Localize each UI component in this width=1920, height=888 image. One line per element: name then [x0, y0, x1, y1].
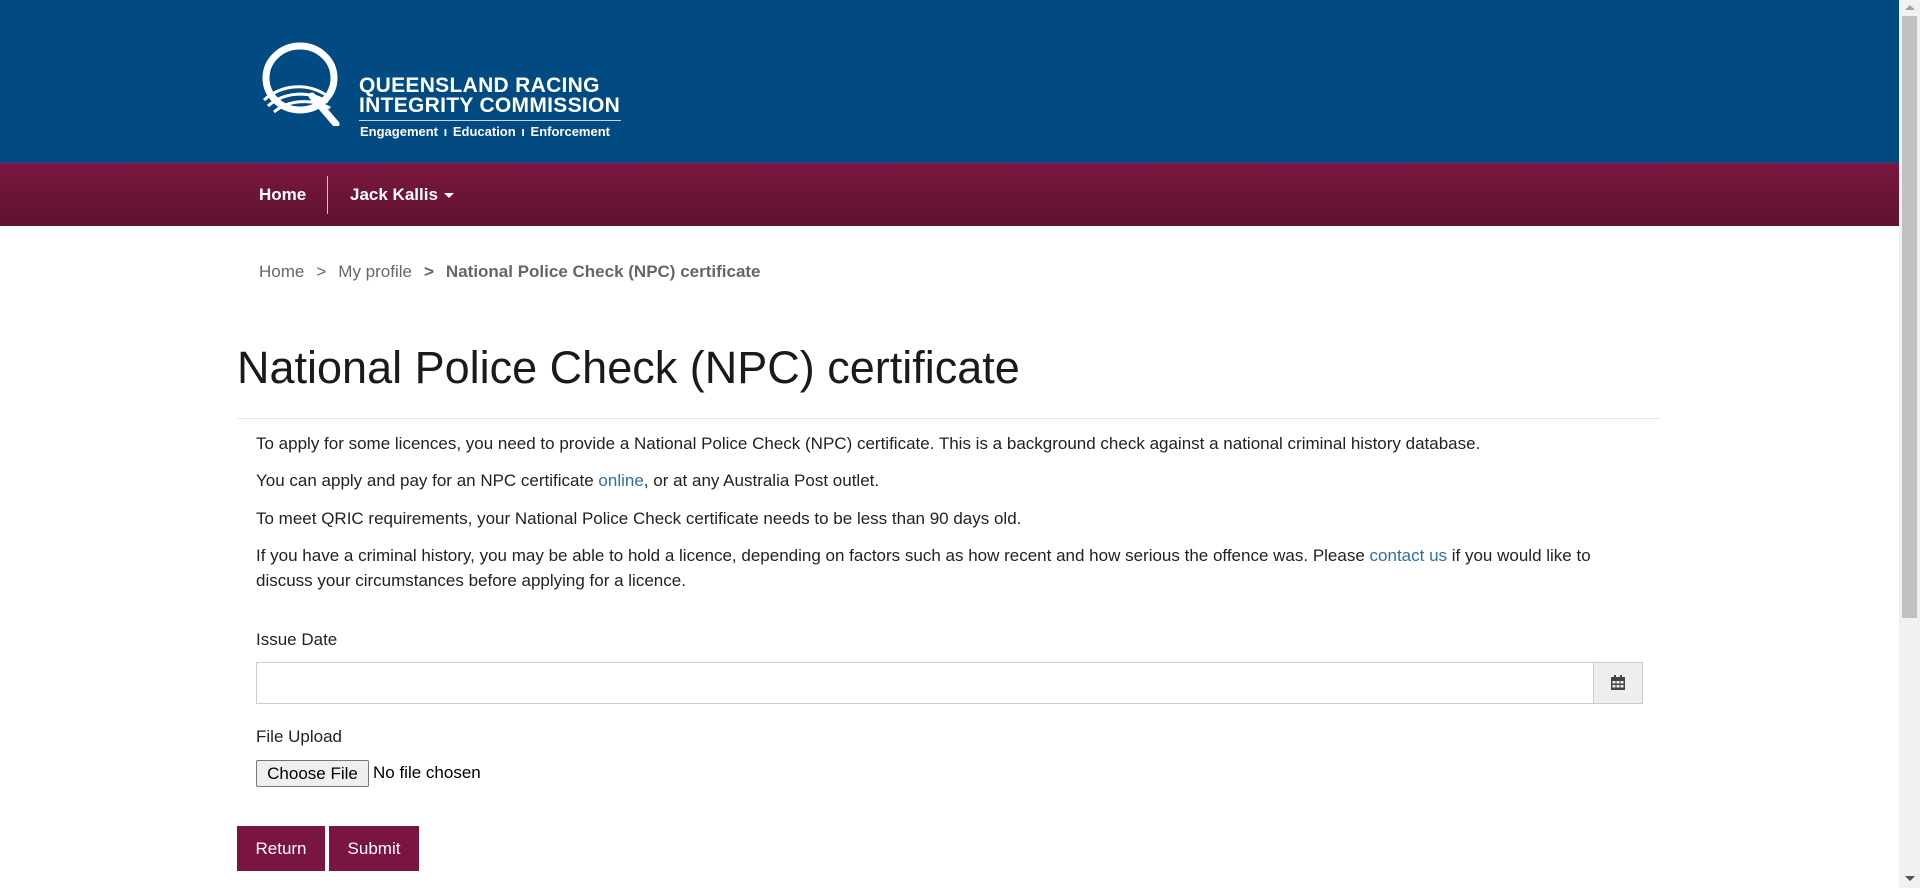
- logo-text-line2: INTEGRITY COMMISSION: [359, 94, 621, 117]
- criminal-history-text: If you have a criminal history, you may …: [256, 546, 1370, 565]
- breadcrumb-home[interactable]: Home: [259, 262, 304, 281]
- return-button[interactable]: Return: [237, 826, 325, 871]
- breadcrumb-separator: >: [316, 262, 327, 281]
- issue-date-input[interactable]: [256, 662, 1594, 704]
- apply-text-end: , or at any Australia Post outlet.: [643, 471, 880, 490]
- user-menu-dropdown[interactable]: Jack Kallis: [350, 164, 454, 226]
- breadcrumb-separator: >: [423, 262, 434, 281]
- breadcrumb-current: National Police Check (NPC) certificate: [445, 262, 761, 281]
- calendar-icon: [1611, 675, 1625, 690]
- apply-text: You can apply and pay for an NPC certifi…: [256, 471, 599, 490]
- nav-home-link[interactable]: Home: [259, 164, 306, 226]
- logo-tagline: Engagement ı Education ı Enforcement: [360, 124, 610, 139]
- site-header: QUEENSLAND RACING INTEGRITY COMMISSION E…: [0, 0, 1899, 163]
- choose-file-button[interactable]: Choose File: [256, 760, 369, 787]
- main-nav: Home Jack Kallis: [0, 163, 1899, 226]
- requirements-paragraph: To meet QRIC requirements, your National…: [256, 509, 1022, 528]
- breadcrumb-my-profile[interactable]: My profile: [338, 262, 412, 281]
- issue-date-label: Issue Date: [256, 630, 338, 649]
- file-upload-label: File Upload: [256, 727, 342, 746]
- scrollbar-thumb[interactable]: [1902, 16, 1917, 618]
- criminal-history-paragraph: If you have a criminal history, you may …: [256, 543, 1652, 593]
- breadcrumb: Home > My profile > National Police Check (N…: [259, 262, 761, 282]
- file-status-text: No file chosen: [373, 763, 481, 782]
- page-title: National Police Check (NPC) certificate: [237, 342, 1020, 393]
- caret-down-icon: [443, 193, 454, 199]
- date-picker-button[interactable]: [1593, 662, 1643, 704]
- site-logo[interactable]: QUEENSLAND RACING INTEGRITY COMMISSION E…: [256, 40, 626, 145]
- scroll-down-arrow-icon[interactable]: [1905, 876, 1915, 881]
- title-divider: [237, 418, 1661, 419]
- online-link[interactable]: online: [598, 471, 643, 490]
- submit-button[interactable]: Submit: [329, 826, 419, 871]
- logo-divider: [359, 120, 621, 121]
- page: QUEENSLAND RACING INTEGRITY COMMISSION E…: [0, 0, 1899, 888]
- nav-divider: [327, 176, 328, 214]
- contact-us-link[interactable]: contact us: [1370, 546, 1448, 565]
- user-menu-label: Jack Kallis: [350, 185, 438, 204]
- vertical-scrollbar[interactable]: [1899, 0, 1920, 888]
- qric-logo-icon: [262, 42, 340, 126]
- apply-paragraph: You can apply and pay for an NPC certifi…: [256, 468, 1652, 493]
- intro-paragraph: To apply for some licences, you need to …: [256, 434, 1481, 453]
- scroll-up-arrow-icon[interactable]: [1905, 5, 1915, 10]
